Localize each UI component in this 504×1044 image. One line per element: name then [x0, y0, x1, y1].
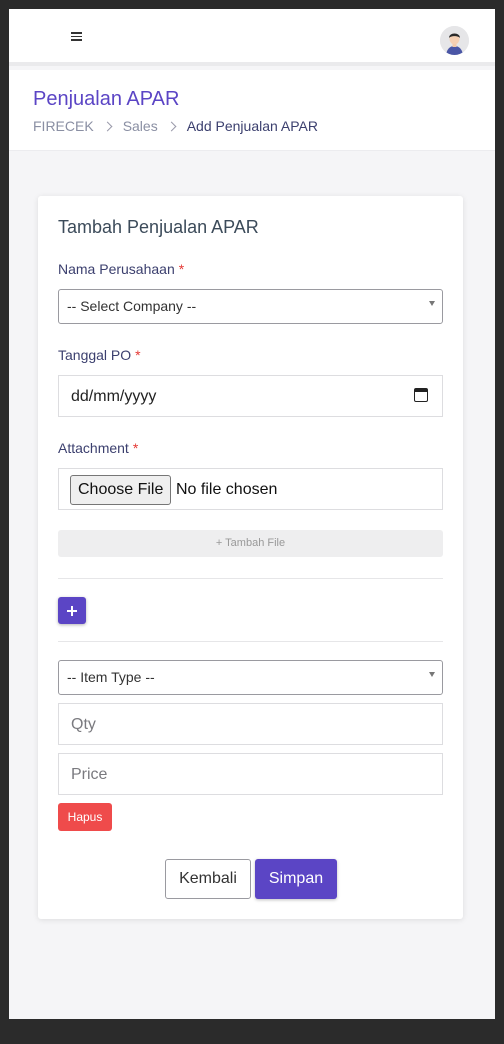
breadcrumb-current: Add Penjualan APAR [186, 118, 318, 134]
page-title: Penjualan APAR [33, 88, 180, 110]
breadcrumb: FIRECEK Sales Add Penjualan APAR [33, 118, 318, 134]
file-status-text: No file chosen [176, 481, 278, 498]
save-button[interactable]: Simpan [255, 859, 337, 899]
form-card: Tambah Penjualan APAR Nama Perusahaan * -… [38, 196, 463, 919]
item-type-select[interactable]: -- Item Type -- [58, 660, 443, 695]
po-date-label: Tanggal PO * [58, 347, 141, 363]
back-button[interactable]: Kembali [165, 859, 251, 899]
chevron-right-icon [166, 121, 177, 131]
chevron-right-icon [102, 121, 113, 131]
qty-placeholder: Qty [71, 716, 96, 733]
dropdown-caret-icon [429, 672, 435, 677]
add-item-button[interactable] [58, 597, 86, 624]
page-header: Penjualan APAR FIRECEK Sales Add Penjual… [9, 70, 495, 151]
hamburger-menu-icon[interactable] [71, 32, 82, 41]
divider [58, 641, 443, 642]
add-file-button[interactable]: + Tambah File [58, 530, 443, 557]
po-date-input[interactable]: dd/mm/yyyy [58, 375, 443, 417]
company-select-value: -- Select Company -- [67, 298, 197, 314]
company-select[interactable]: -- Select Company -- [58, 289, 443, 324]
qty-input[interactable]: Qty [58, 703, 443, 745]
choose-file-button[interactable]: Choose File [70, 475, 172, 505]
price-placeholder: Price [71, 766, 108, 783]
calendar-icon[interactable] [414, 388, 428, 402]
attachment-file-input[interactable]: Choose File No file chosen [58, 468, 443, 510]
required-mark: * [132, 440, 139, 456]
dropdown-caret-icon [429, 301, 435, 306]
delete-item-button[interactable]: Hapus [58, 803, 112, 831]
attachment-label: Attachment * [58, 440, 139, 456]
required-mark: * [135, 347, 141, 363]
po-date-placeholder: dd/mm/yyyy [71, 388, 157, 405]
company-label: Nama Perusahaan * [58, 261, 185, 277]
item-type-select-value: -- Item Type -- [67, 669, 155, 685]
form-title: Tambah Penjualan APAR [58, 217, 259, 237]
divider [58, 578, 443, 579]
price-input[interactable]: Price [58, 753, 443, 795]
user-avatar-icon[interactable] [440, 26, 469, 55]
required-mark: * [178, 261, 185, 277]
browser-viewport: Penjualan APAR FIRECEK Sales Add Penjual… [9, 9, 495, 1019]
breadcrumb-firecek[interactable]: FIRECEK [33, 118, 94, 134]
breadcrumb-sales[interactable]: Sales [123, 118, 158, 134]
top-navbar [9, 9, 495, 66]
